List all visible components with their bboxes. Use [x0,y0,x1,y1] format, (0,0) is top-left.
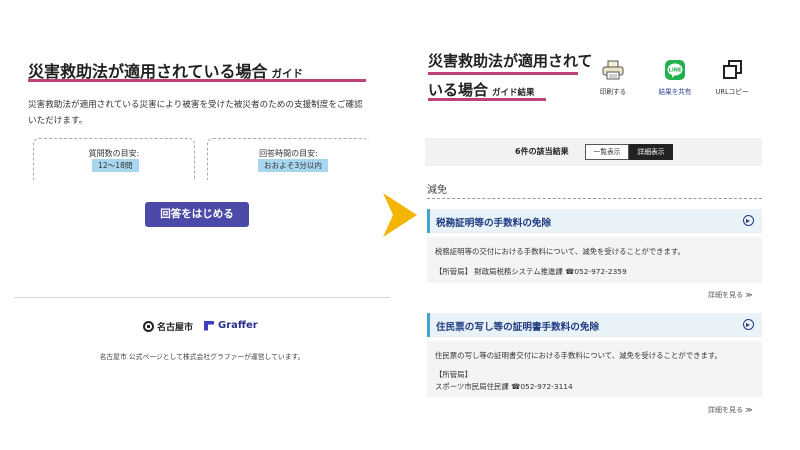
result-item-header[interactable]: 住民票の写し等の証明書手数料の免除 [427,313,762,337]
url-copy-action[interactable]: URLコピー [704,60,760,96]
question-count-label: 質問数の目安: [88,149,140,158]
result-title-suffix: ガイド結果 [492,88,535,98]
copy-icon [721,60,743,80]
nagoya-emblem-icon [143,321,154,332]
result-item-description: 税務証明等の交付における手数料について、減免を受けることができます。 [435,247,685,256]
operator-footer-text: 名古屋市 公式ページとして株式会社グラファーが運営しています。 [99,353,305,361]
item-accent-bar [427,209,430,233]
section-divider [427,198,762,199]
result-title-line1: 災害救助法が適用されて [428,52,593,70]
results-count: 6件の該当結果 [515,147,569,156]
print-label: 印刷する [599,88,627,96]
question-count-card: 質問数の目安: 12～18問 [33,138,195,180]
result-item-body: 税務証明等の交付における手数料について、減免を受けることができます。 【所管局】… [427,237,762,283]
result-title-underline-2 [428,98,546,101]
url-copy-label: URLコピー [715,88,749,96]
printer-icon [602,60,624,80]
answer-time-label: 回答時間の目安: [259,149,318,158]
answer-time-value: おおよそ3分以内 [258,159,328,172]
graffer-mark-icon [204,320,214,331]
graffer-logo[interactable]: Graffer [204,320,258,331]
result-title-underline-1 [428,72,578,75]
guide-description: 災害救助法が適用されている災害により被害を受けた被災者のための支援制度をご確認い… [28,100,363,126]
result-item-title: 税務証明等の手数料の免除 [436,218,552,229]
list-view-toggle[interactable]: 一覧表示 [585,144,629,160]
result-title-line2: いる場合 ガイド結果 [428,79,535,100]
title-underline [28,79,366,82]
answer-time-card: 回答時間の目安: おおよそ3分以内 [207,138,369,180]
nagoya-city-logo[interactable]: 名古屋市 [143,320,193,333]
result-item-department: スポーツ市民局住民課 ☎052-972-3114 [435,382,573,391]
nagoya-city-name: 名古屋市 [157,323,194,333]
line-icon: LINE [664,60,686,80]
line-icon-text: LINE [669,68,682,74]
result-item-description: 住民票の写し等の証明書交付における手数料について、減免を受けることができます。 [435,351,722,360]
question-count-value: 12～18問 [92,159,139,172]
share-label: 結果を共有 [658,88,692,96]
result-item-department: 【所管局】 財政局税務システム推進課 ☎052-972-2359 [435,267,627,276]
result-item-title: 住民票の写し等の証明書手数料の免除 [436,322,600,333]
start-answer-button[interactable]: 回答をはじめる [145,202,249,227]
detail-view-toggle[interactable]: 詳細表示 [629,144,673,160]
footer-divider [14,297,390,298]
results-bar: 6件の該当結果 一覧表示 詳細表示 [425,138,762,166]
right-arrow-icon [383,193,417,237]
graffer-name: Graffer [218,320,258,331]
arrow-circle-icon [743,215,754,226]
section-heading: 減免 [427,185,447,196]
line-share-action[interactable]: LINE 結果を共有 [647,60,703,96]
arrow-circle-icon [743,319,754,330]
print-action[interactable]: 印刷する [585,60,641,96]
result-title-line2-text: いる場合 [428,81,489,99]
result-item-department-label: 【所管局】 [435,370,472,379]
result-item-body: 住民票の写し等の証明書交付における手数料について、減免を受けることができます。 … [427,341,762,397]
details-link[interactable]: 詳細を見る ≫ [708,290,753,300]
details-link[interactable]: 詳細を見る ≫ [708,405,753,415]
item-accent-bar [427,313,430,337]
result-item-header[interactable]: 税務証明等の手数料の免除 [427,209,762,233]
